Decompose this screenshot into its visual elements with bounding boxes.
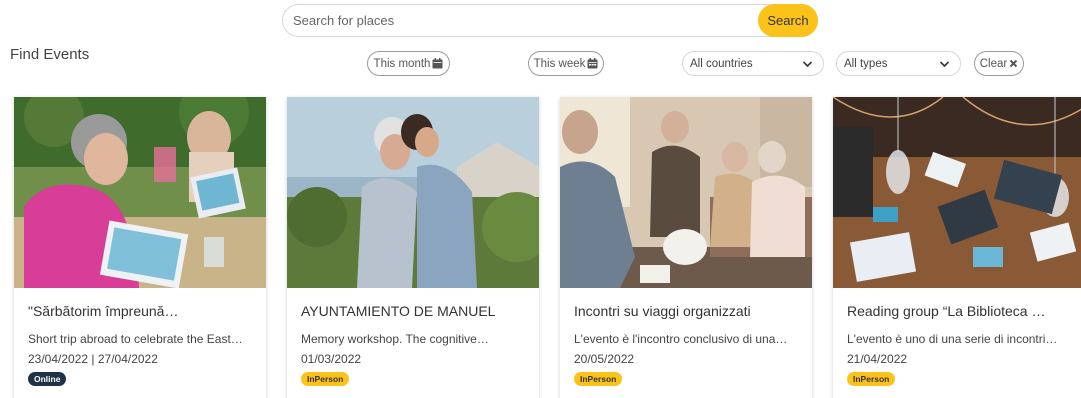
event-image-elderly-care [287,97,539,288]
page-title: Find Events [10,46,90,63]
event-card[interactable]: "Sărbătorim împreună… Short trip abroad … [14,97,266,398]
event-date: 21/04/2022 [847,352,908,366]
event-description: Memory workshop. The cognitive… [301,332,489,346]
calendar-icon [432,58,443,69]
event-type-badge: InPerson [847,372,896,386]
clear-filters-button[interactable]: Clear [974,51,1024,76]
event-card[interactable]: Incontri su viaggi organizzati L'evento … [560,97,812,398]
event-title[interactable]: Incontri su viaggi organizzati [574,303,810,319]
close-icon [1010,59,1018,68]
event-image-seniors-tea [560,97,812,288]
search-input[interactable] [293,5,753,36]
country-select[interactable]: All countries [682,51,824,76]
this-month-button[interactable]: This month [367,51,450,76]
event-title[interactable]: "Sărbătorim împreună… [28,303,264,319]
chevron-down-icon [802,61,813,68]
type-select-value: All types [844,57,888,70]
this-month-label: This month [373,57,431,70]
event-image-reading-group [833,97,1081,288]
country-select-value: All countries [690,57,753,70]
this-week-label: This week [533,57,586,70]
clear-label: Clear [979,57,1008,70]
event-description: Short trip abroad to celebrate the East… [28,332,243,346]
event-date: 01/03/2022 [301,352,362,366]
search-bar: Search [282,4,818,37]
event-date: 23/04/2022 | 27/04/2022 [28,352,158,366]
event-title[interactable]: Reading group “La Biblioteca … [847,303,1081,319]
calendar-week-icon [587,58,598,69]
event-type-badge: InPerson [574,372,623,386]
event-card[interactable]: Reading group “La Biblioteca … L'evento … [833,97,1081,398]
search-button[interactable]: Search [758,4,818,37]
event-date: 20/05/2022 [574,352,635,366]
event-type-badge: Online [28,372,67,386]
event-card[interactable]: AYUNTAMIENTO DE MANUEL Memory workshop. … [287,97,539,398]
event-description: L'evento è uno di una serie di incontri… [847,332,1058,346]
this-week-button[interactable]: This week [528,51,604,76]
event-title[interactable]: AYUNTAMIENTO DE MANUEL [301,303,537,319]
event-image-painting-workshop [14,97,266,288]
type-select[interactable]: All types [836,51,961,76]
event-description: L'evento è l'incontro conclusivo di una… [574,332,788,346]
chevron-down-icon [939,61,950,68]
event-type-badge: InPerson [301,372,350,386]
